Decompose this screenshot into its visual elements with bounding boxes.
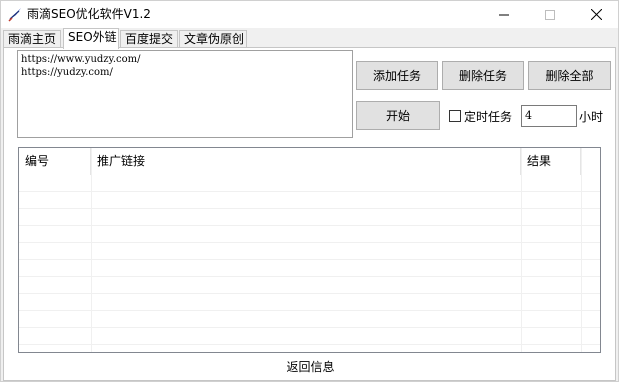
- tab-article-rewrite[interactable]: 文章伪原创: [179, 30, 247, 48]
- list-row: [19, 260, 600, 277]
- window-title: 雨滴SEO优化软件V1.2: [27, 7, 151, 21]
- title-bar: 雨滴SEO优化软件V1.2: [1, 1, 618, 28]
- maximize-button[interactable]: [527, 1, 573, 28]
- column-header-result[interactable]: 结果: [521, 148, 581, 175]
- list-row: [19, 226, 600, 243]
- timer-checkbox-label: 定时任务: [464, 109, 513, 124]
- tab-seo-links[interactable]: SEO外链: [63, 28, 119, 49]
- add-task-button[interactable]: 添加任务: [356, 61, 438, 90]
- hours-unit-label: 小时: [579, 110, 604, 124]
- timer-checkbox[interactable]: [449, 110, 461, 122]
- maximize-icon: [545, 9, 555, 20]
- list-row: [19, 243, 600, 260]
- list-row: [19, 192, 600, 209]
- start-button[interactable]: 开始: [356, 101, 440, 130]
- column-header-number[interactable]: 编号: [19, 148, 91, 175]
- list-row: [19, 328, 600, 345]
- feather-icon: [8, 8, 21, 22]
- app-window: 雨滴SEO优化软件V1.2 雨滴主页 SEO外链 百度提交 文章伪原创 http…: [0, 0, 619, 382]
- list-row: [19, 277, 600, 294]
- hours-input[interactable]: 4: [521, 105, 577, 127]
- tab-home[interactable]: 雨滴主页: [3, 30, 61, 48]
- close-icon: [590, 9, 602, 20]
- status-message: 返回信息: [286, 360, 335, 374]
- list-row: [19, 209, 600, 226]
- list-header: 编号 推广链接 结果: [19, 148, 600, 175]
- minimize-button[interactable]: [481, 1, 527, 28]
- result-listview[interactable]: 编号 推广链接 结果: [18, 147, 601, 353]
- close-button[interactable]: [573, 1, 619, 28]
- list-row: [19, 175, 600, 192]
- tab-baidu-submit[interactable]: 百度提交: [120, 30, 178, 48]
- timer-checkbox-group[interactable]: 定时任务: [449, 108, 512, 124]
- column-header-link[interactable]: 推广链接: [91, 148, 521, 175]
- minimize-icon: [499, 14, 509, 15]
- delete-task-button[interactable]: 删除任务: [442, 61, 524, 90]
- list-row: [19, 294, 600, 311]
- delete-all-button[interactable]: 删除全部: [528, 61, 611, 90]
- url-textarea[interactable]: https://www.yudzy.com/ https://yudzy.com…: [17, 50, 353, 138]
- list-row: [19, 311, 600, 328]
